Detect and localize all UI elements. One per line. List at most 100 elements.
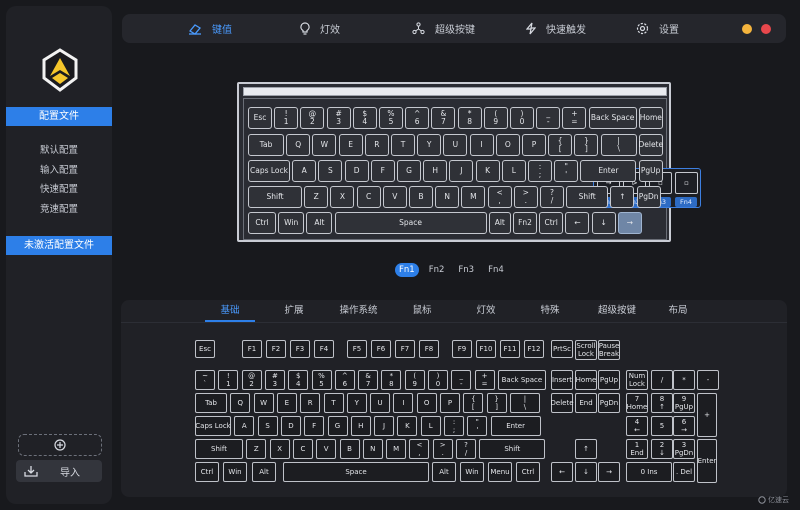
section-profiles[interactable]: 配置文件 <box>6 107 112 126</box>
full-key-1-row2-1[interactable]: ! 1 <box>218 370 239 390</box>
full-key-5-row4-14[interactable]: 5 <box>651 416 673 436</box>
preview-key-3-0-3[interactable]: # 3 <box>326 107 351 129</box>
preview-key-t-1-5[interactable]: T <box>391 134 415 156</box>
full-key-8-row2-8[interactable]: * 8 <box>381 370 402 390</box>
full-key-a-row4-1[interactable]: A <box>234 416 255 436</box>
full-key-b-row5-5[interactable]: B <box>339 439 360 459</box>
full-key-sym-row2-12[interactable]: + = <box>474 370 495 390</box>
preview-key-enter-2-12[interactable]: Enter <box>580 160 637 182</box>
full-key-t-row3-5[interactable]: T <box>323 393 344 413</box>
full-key-q-row3-1[interactable]: Q <box>230 393 251 413</box>
preview-key-sym-1-12[interactable]: } ] <box>574 134 599 156</box>
full-key-7-home-row3-17[interactable]: 7 Home <box>626 393 648 413</box>
full-key-sym-row4-11[interactable]: " ' <box>467 416 488 436</box>
preview-key-h-2-6[interactable]: H <box>423 160 448 182</box>
preview-key-tab-1-0[interactable]: Tab <box>248 134 284 156</box>
preview-key-6-0-6[interactable]: ^ 6 <box>405 107 430 129</box>
full-key-m-row5-7[interactable]: M <box>386 439 407 459</box>
full-key-alt-row6-2[interactable]: Alt <box>252 462 276 482</box>
preview-key-9-0-9[interactable]: ( 9 <box>483 107 508 129</box>
preview-key-0-0-10[interactable]: ) 0 <box>510 107 534 129</box>
full-key-9-pgup-row3-19[interactable]: 9 PgUp <box>673 393 695 413</box>
preview-key-space-4-3[interactable]: Space <box>334 212 487 234</box>
preview-key-pgup-2-13[interactable]: PgUp <box>638 160 663 182</box>
full-key-r-row3-4[interactable]: R <box>300 393 321 413</box>
full-key-s-row4-2[interactable]: S <box>257 416 278 436</box>
full-key-sym-row5-10[interactable]: ? / <box>456 439 476 459</box>
preview-key-sym-0-11[interactable]: _ - <box>536 107 561 129</box>
full-key-g-row4-5[interactable]: G <box>327 416 348 436</box>
full-key-sym-row6-8[interactable]: ← <box>551 462 573 482</box>
full-key-shift-row5-0[interactable]: Shift <box>195 439 243 459</box>
full-key-e-row3-3[interactable]: E <box>276 393 297 413</box>
full-key-7-row2-7[interactable]: & 7 <box>358 370 379 390</box>
full-key-1-end-row5-13[interactable]: 1 End <box>626 439 648 459</box>
profile-quick[interactable]: 快速配置 <box>6 181 112 195</box>
full-key-u-row3-7[interactable]: U <box>370 393 391 413</box>
full-key-back-space-row2-13[interactable]: Back Space <box>497 370 546 390</box>
full-key-sym-row5-9[interactable]: > . <box>432 439 453 459</box>
preview-key-win-4-1[interactable]: Win <box>278 212 305 234</box>
preview-key-ctrl-4-0[interactable]: Ctrl <box>248 212 276 234</box>
full-key-4-row2-4[interactable]: $ 4 <box>288 370 309 390</box>
section-inactive-profiles[interactable]: 未激活配置文件 <box>6 236 112 255</box>
preview-key-n-3-6[interactable]: N <box>435 186 460 208</box>
preview-key-sym-4-9[interactable]: → <box>617 212 642 234</box>
full-key-enter-row4-12[interactable]: Enter <box>490 416 541 436</box>
full-key-alt-row6-4[interactable]: Alt <box>432 462 456 482</box>
category-extended[interactable]: 扩展 <box>269 300 319 322</box>
preview-key-sym-3-8[interactable]: < , <box>487 186 512 208</box>
full-key-f8-row1-8[interactable]: F8 <box>419 340 439 358</box>
full-key-6-row2-6[interactable]: ^ 6 <box>334 370 355 390</box>
preview-key-1-0-1[interactable]: ! 1 <box>274 107 299 129</box>
preview-key-f-2-4[interactable]: F <box>370 160 395 182</box>
preview-key-sym-2-11[interactable]: " ' <box>554 160 579 182</box>
full-key-w-row3-2[interactable]: W <box>253 393 274 413</box>
full-key-i-row3-8[interactable]: I <box>393 393 414 413</box>
full-key-sym-row4-10[interactable]: : ; <box>444 416 464 436</box>
preview-key-esc-0-0[interactable]: Esc <box>248 107 272 129</box>
tab-settings[interactable]: 设置 <box>636 14 679 43</box>
preview-key-4-0-4[interactable]: $ 4 <box>352 107 377 129</box>
full-key-z-row5-1[interactable]: Z <box>246 439 267 459</box>
preview-key-alt-4-2[interactable]: Alt <box>306 212 333 234</box>
preview-key-o-1-9[interactable]: O <box>495 134 520 156</box>
preview-key-c-3-3[interactable]: C <box>356 186 381 208</box>
preview-key-r-1-4[interactable]: R <box>364 134 389 156</box>
preview-key-d-2-3[interactable]: D <box>344 160 369 182</box>
full-key-f4-row1-4[interactable]: F4 <box>314 340 334 358</box>
preview-key-sym-2-10[interactable]: : ; <box>528 160 552 182</box>
full-key-sym-row2-18[interactable]: / <box>651 370 673 390</box>
full-key-h-row4-6[interactable]: H <box>350 416 371 436</box>
full-key-win-row6-5[interactable]: Win <box>460 462 484 482</box>
full-key-sym-row6-9[interactable]: ↓ <box>575 462 597 482</box>
preview-key-sym-3-10[interactable]: ? / <box>540 186 564 208</box>
preview-key-back-space-0-13[interactable]: Back Space <box>588 107 637 129</box>
preview-key-caps-lock-2-0[interactable]: Caps Lock <box>248 160 290 182</box>
preview-key-q-1-1[interactable]: Q <box>286 134 311 156</box>
full-key-f6-row1-6[interactable]: F6 <box>371 340 391 358</box>
preview-key-v-3-4[interactable]: V <box>382 186 407 208</box>
preview-key-shift-3-11[interactable]: Shift <box>566 186 609 208</box>
full-key-win-row6-1[interactable]: Win <box>223 462 247 482</box>
fn-layer-tab-4[interactable]: Fn4 <box>484 263 508 277</box>
full-key-f7-row1-7[interactable]: F7 <box>395 340 415 358</box>
fn-layer-tab-2[interactable]: Fn2 <box>425 263 449 277</box>
preview-key-shift-3-0[interactable]: Shift <box>248 186 302 208</box>
full-key-k-row4-8[interactable]: K <box>397 416 418 436</box>
add-profile-button[interactable] <box>18 434 102 456</box>
preview-key-z-3-1[interactable]: Z <box>304 186 329 208</box>
fn-layer-tab-1[interactable]: Fn1 <box>395 263 419 277</box>
full-key-sym-row2-19[interactable]: * <box>673 370 695 390</box>
tab-rapid-trigger[interactable]: 快速触发 <box>526 14 586 43</box>
full-key-n-row5-6[interactable]: N <box>362 439 383 459</box>
full-key-v-row5-4[interactable]: V <box>316 439 337 459</box>
category-layout[interactable]: 布局 <box>653 300 703 322</box>
preview-key-fn2-4-5[interactable]: Fn2 <box>513 212 537 234</box>
full-key-sym-row6-10[interactable]: → <box>598 462 620 482</box>
profile-default[interactable]: 默认配置 <box>6 142 112 156</box>
full-key-scroll-lock-row1-14[interactable]: Scroll Lock <box>575 340 597 360</box>
full-key-f5-row1-5[interactable]: F5 <box>347 340 367 358</box>
full-key-del-row6-12[interactable]: . Del <box>673 462 695 482</box>
full-key-sym-row3-20[interactable]: + <box>697 393 717 437</box>
